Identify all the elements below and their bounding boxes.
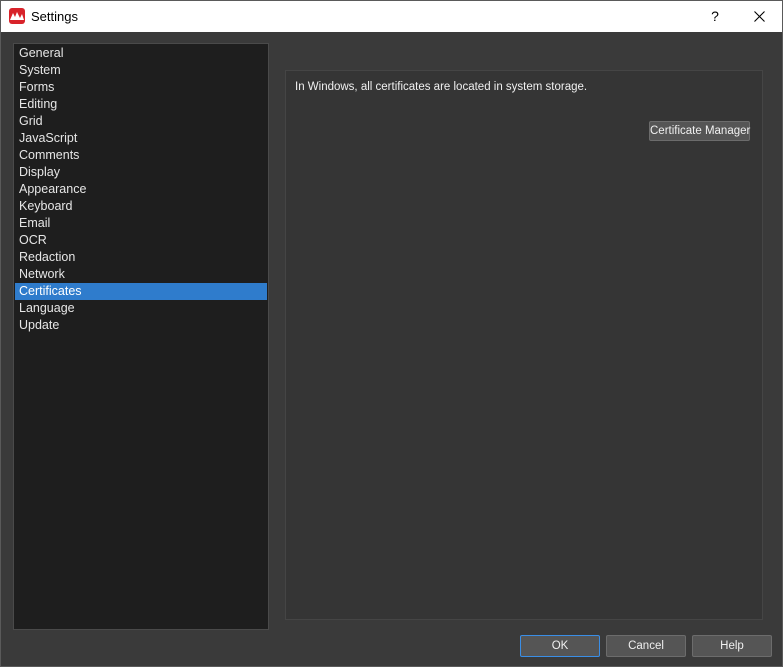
sidebar-item-ocr[interactable]: OCR [15, 232, 267, 249]
close-button[interactable] [739, 1, 781, 32]
ok-button[interactable]: OK [520, 635, 600, 657]
cancel-button[interactable]: Cancel [606, 635, 686, 657]
close-icon [754, 11, 765, 22]
app-logo-icon [9, 8, 25, 24]
sidebar-item-forms[interactable]: Forms [15, 79, 267, 96]
sidebar-item-general[interactable]: General [15, 45, 267, 62]
sidebar-item-editing[interactable]: Editing [15, 96, 267, 113]
certificate-manager-button[interactable]: Certificate Manager [649, 121, 750, 141]
sidebar-item-language[interactable]: Language [15, 300, 267, 317]
sidebar-item-display[interactable]: Display [15, 164, 267, 181]
sidebar-item-network[interactable]: Network [15, 266, 267, 283]
sidebar-item-keyboard[interactable]: Keyboard [15, 198, 267, 215]
sidebar-item-javascript[interactable]: JavaScript [15, 130, 267, 147]
title-bar[interactable]: Settings ? [1, 1, 782, 32]
sidebar-item-system[interactable]: System [15, 62, 267, 79]
sidebar-item-redaction[interactable]: Redaction [15, 249, 267, 266]
settings-category-list: General System Forms Editing Grid JavaScript C… [13, 43, 269, 630]
sidebar-item-email[interactable]: Email [15, 215, 267, 232]
sidebar-item-grid[interactable]: Grid [15, 113, 267, 130]
help-button[interactable]: Help [692, 635, 772, 657]
certificates-panel: In Windows, all certificates are located… [285, 70, 763, 620]
window-title: Settings [31, 9, 78, 24]
settings-window: Settings ? General System Forms Editing Grid… [0, 0, 783, 667]
sidebar-item-comments[interactable]: Comments [15, 147, 267, 164]
title-help-button[interactable]: ? [701, 1, 729, 32]
sidebar-item-certificates[interactable]: Certificates [15, 283, 267, 300]
certificates-info-text: In Windows, all certificates are located… [295, 81, 588, 93]
sidebar-item-update[interactable]: Update [15, 317, 267, 334]
sidebar-item-appearance[interactable]: Appearance [15, 181, 267, 198]
